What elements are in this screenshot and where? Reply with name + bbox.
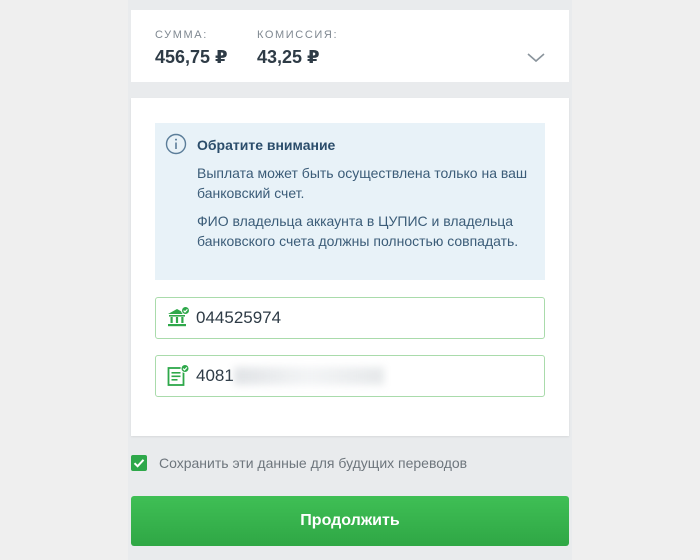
- notice-title: Обратите внимание: [197, 137, 336, 153]
- info-icon: [165, 133, 187, 160]
- bank-details-card: Обратите внимание Выплата может быть осу…: [131, 98, 569, 436]
- checkmark-icon: [133, 459, 145, 468]
- masked-account-digits: [234, 367, 384, 385]
- bank-icon: [166, 306, 190, 335]
- account-field[interactable]: [155, 355, 545, 397]
- commission-label: КОМИССИЯ:: [257, 29, 339, 41]
- chevron-down-icon[interactable]: [527, 50, 545, 68]
- amount-value: 456,75 ₽: [155, 47, 228, 67]
- save-data-row[interactable]: Сохранить эти данные для будущих перевод…: [131, 455, 569, 473]
- notice-text-1: Выплата может быть осуществлена только н…: [197, 165, 528, 201]
- account-input[interactable]: [196, 356, 236, 396]
- amount-label: СУММА:: [155, 29, 208, 41]
- bik-field[interactable]: [155, 297, 545, 339]
- save-data-checkbox[interactable]: [131, 455, 147, 471]
- commission-value: 43,25 ₽: [257, 47, 320, 67]
- notice-text-2: ФИО владельца аккаунта в ЦУПИС и владель…: [197, 213, 519, 249]
- notice-box: Обратите внимание Выплата может быть осу…: [155, 123, 545, 280]
- bik-input[interactable]: [196, 298, 346, 338]
- document-icon: [166, 364, 190, 393]
- payment-summary[interactable]: СУММА: 456,75 ₽ КОМИССИЯ: 43,25 ₽: [131, 10, 569, 82]
- continue-button[interactable]: Продолжить: [131, 496, 569, 546]
- save-data-label: Сохранить эти данные для будущих перевод…: [159, 455, 468, 471]
